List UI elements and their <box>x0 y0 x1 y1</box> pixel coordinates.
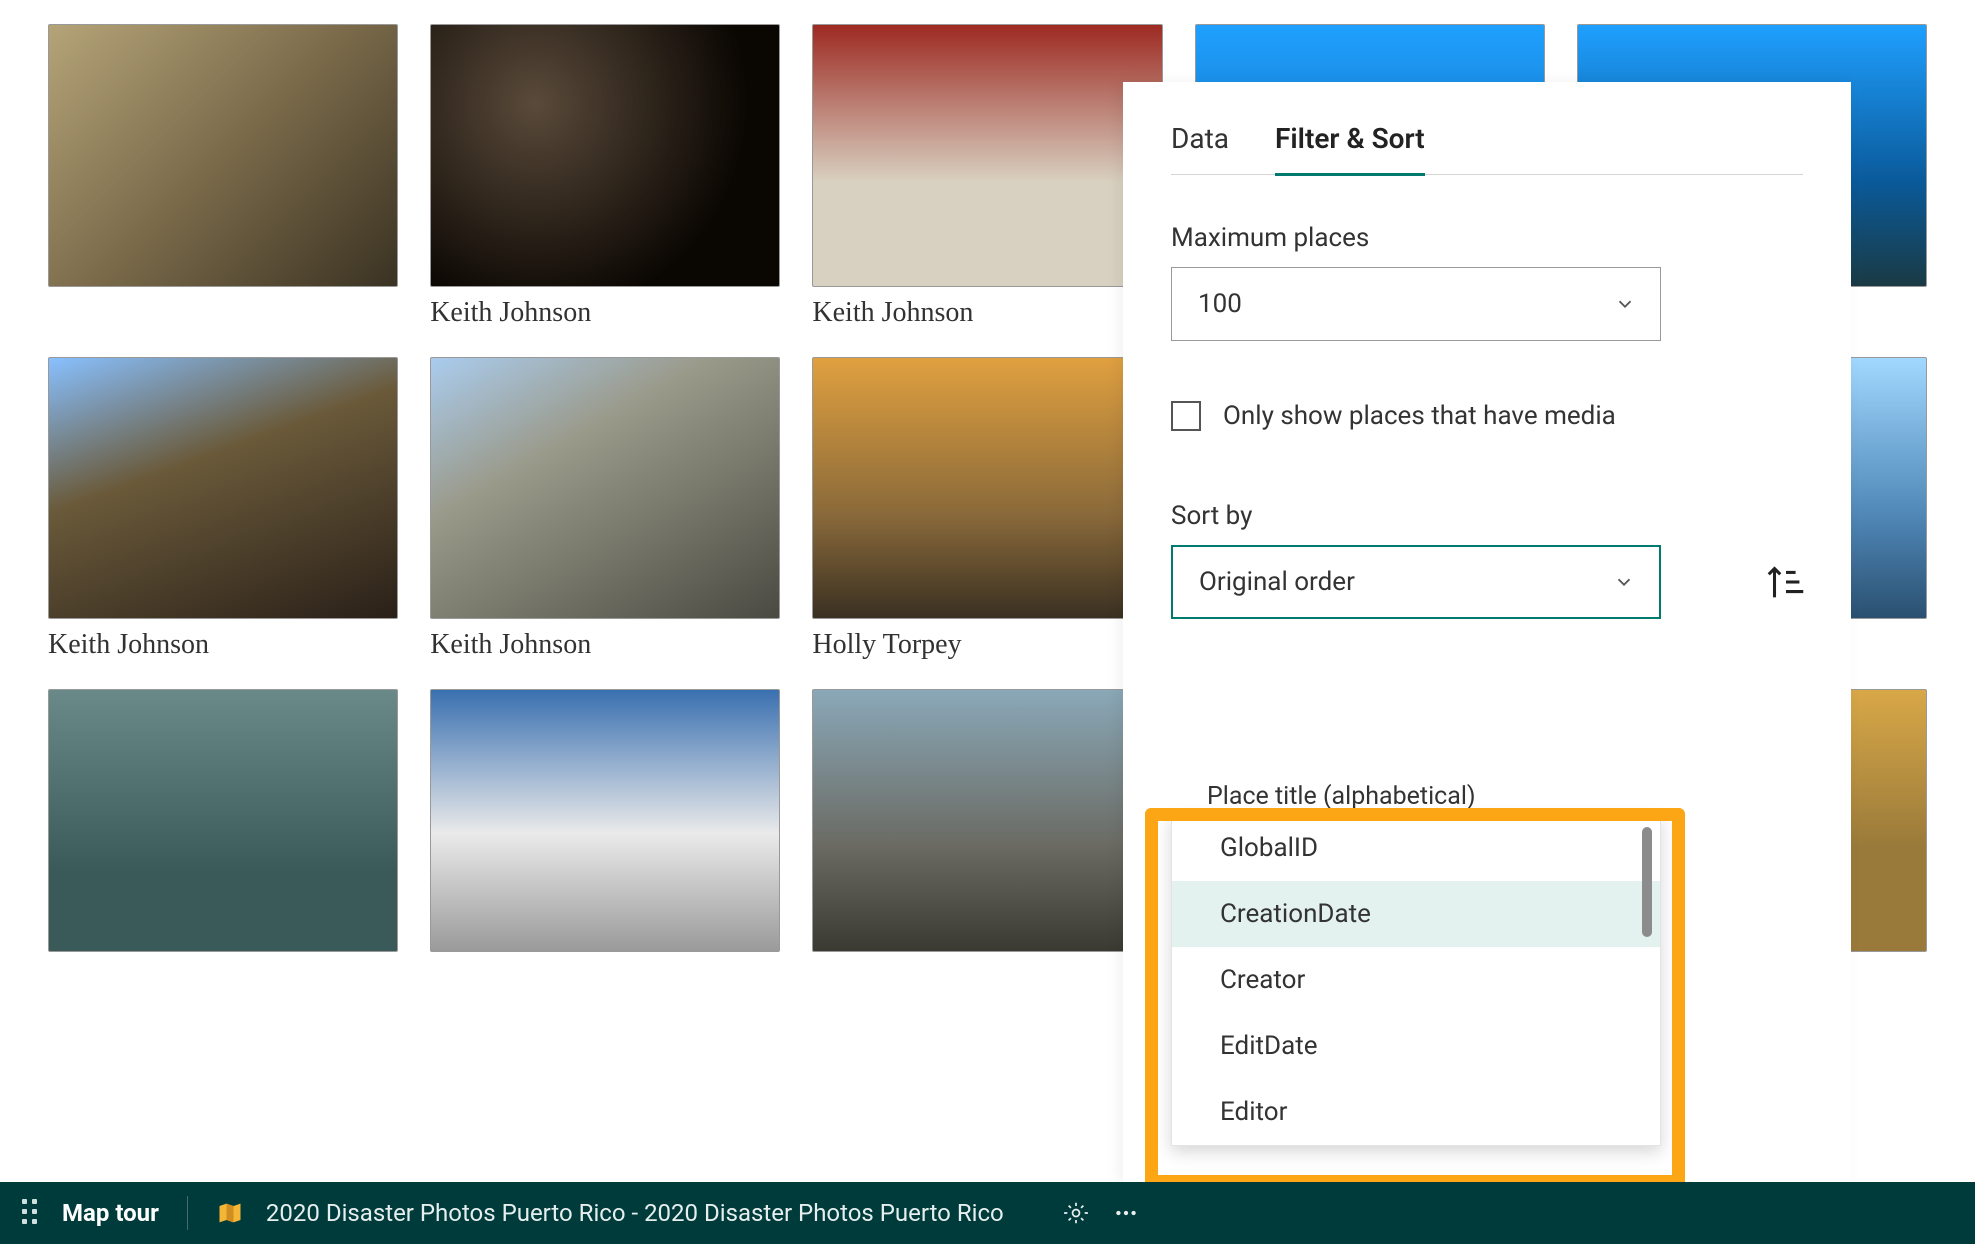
bottom-bar: Map tour 2020 Disaster Photos Puerto Ric… <box>0 1182 1975 1244</box>
sort-by-label: Sort by <box>1171 501 1803 531</box>
gallery-card[interactable]: Holly Torpey <box>812 357 1162 662</box>
sort-option[interactable]: EditDate <box>1172 1013 1660 1079</box>
more-icon[interactable] <box>1112 1199 1140 1227</box>
photo-thumbnail[interactable] <box>430 689 780 952</box>
gallery-card[interactable]: Keith Johnson <box>430 357 780 662</box>
gallery-card[interactable]: Keith Johnson <box>812 24 1162 329</box>
photo-caption: Keith Johnson <box>430 297 780 329</box>
photo-thumbnail[interactable] <box>430 24 780 287</box>
media-only-label: Only show places that have media <box>1223 401 1616 431</box>
filter-panel: Data Filter & Sort Maximum places 100 On… <box>1123 82 1851 1182</box>
max-places-value: 100 <box>1198 289 1242 319</box>
sort-option[interactable]: GlobalID <box>1172 815 1660 881</box>
checkbox-icon <box>1171 401 1201 431</box>
tab-filter-sort[interactable]: Filter & Sort <box>1275 122 1425 176</box>
gallery-card[interactable] <box>48 24 398 329</box>
sort-by-select[interactable]: Original order <box>1171 545 1661 619</box>
photo-thumbnail[interactable] <box>812 357 1162 620</box>
photo-caption: Keith Johnson <box>430 629 780 661</box>
photo-thumbnail[interactable] <box>48 24 398 287</box>
max-places-label: Maximum places <box>1171 223 1803 253</box>
separator <box>187 1196 188 1230</box>
sort-direction-button[interactable] <box>1763 559 1809 605</box>
media-only-checkbox[interactable]: Only show places that have media <box>1171 401 1803 431</box>
drag-handle-icon[interactable] <box>22 1199 40 1227</box>
photo-thumbnail[interactable] <box>430 357 780 620</box>
sort-option-peek[interactable]: Place title (alphabetical) <box>1171 782 1661 811</box>
photo-thumbnail[interactable] <box>48 689 398 952</box>
max-places-select[interactable]: 100 <box>1171 267 1661 341</box>
sort-by-value: Original order <box>1199 567 1355 597</box>
photo-thumbnail[interactable] <box>812 24 1162 287</box>
document-title: 2020 Disaster Photos Puerto Rico - 2020 … <box>266 1199 1004 1227</box>
sort-option[interactable]: Editor <box>1172 1079 1660 1145</box>
section-label: Map tour <box>62 1199 159 1227</box>
tab-data[interactable]: Data <box>1171 122 1229 176</box>
panel-tabs: Data Filter & Sort <box>1171 122 1803 175</box>
gallery-card[interactable]: Keith Johnson <box>430 24 780 329</box>
photo-caption: Keith Johnson <box>812 297 1162 329</box>
gallery-card[interactable] <box>812 689 1162 962</box>
sort-dropdown: GlobalID CreationDate Creator EditDate E… <box>1171 814 1661 1146</box>
gallery-card[interactable] <box>48 689 398 962</box>
dropdown-scrollbar[interactable] <box>1642 827 1652 937</box>
sort-option[interactable]: CreationDate <box>1172 881 1660 947</box>
photo-caption: Holly Torpey <box>812 629 1162 661</box>
photo-thumbnail[interactable] <box>812 689 1162 952</box>
photo-thumbnail[interactable] <box>48 357 398 620</box>
sort-option[interactable]: Creator <box>1172 947 1660 1013</box>
photo-caption: Keith Johnson <box>48 629 398 661</box>
map-icon <box>216 1199 244 1227</box>
chevron-down-icon <box>1613 571 1635 593</box>
gallery-card[interactable] <box>430 689 780 962</box>
chevron-down-icon <box>1614 293 1636 315</box>
gear-icon[interactable] <box>1062 1199 1090 1227</box>
gallery-card[interactable]: Keith Johnson <box>48 357 398 662</box>
